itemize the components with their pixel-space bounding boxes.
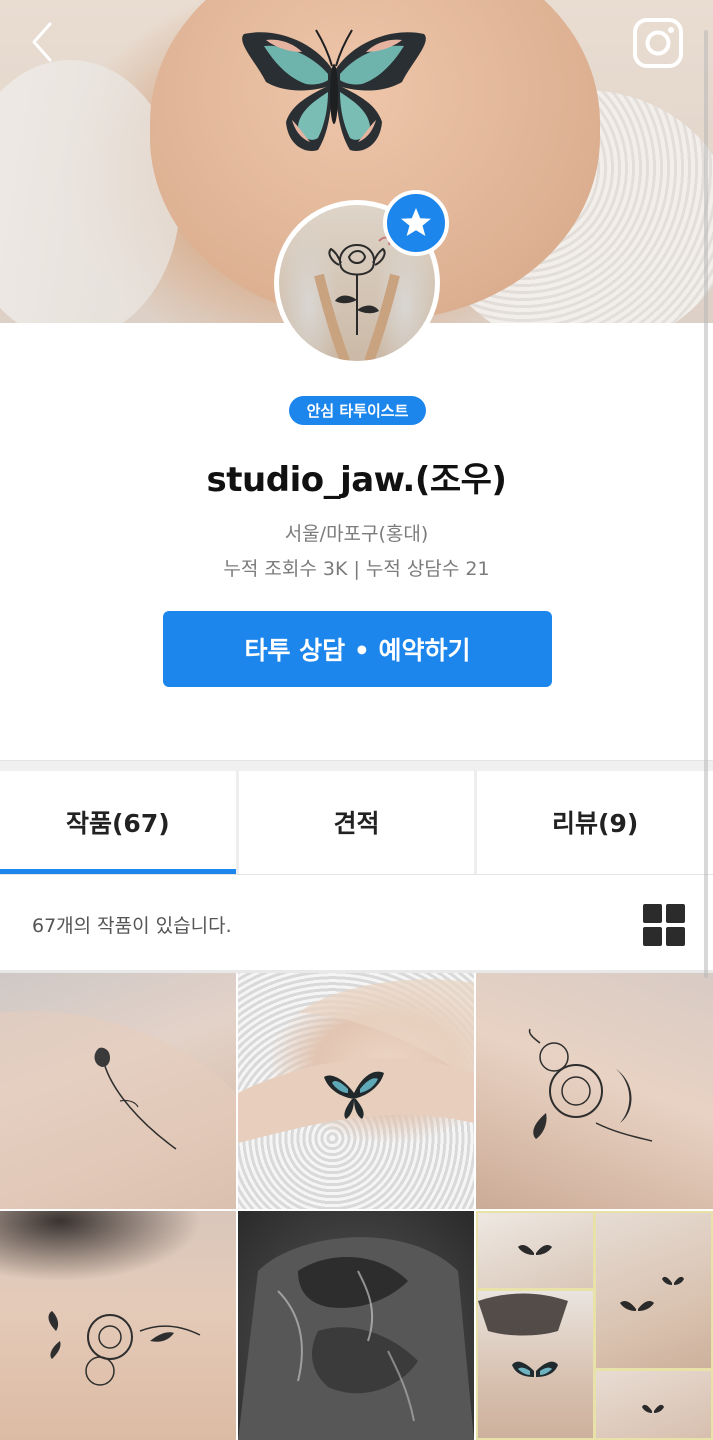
works-header: 67개의 작품이 있습니다.	[0, 875, 713, 971]
safe-tattooist-badge: 안심 타투이스트	[289, 396, 426, 425]
verified-star-badge	[383, 190, 449, 256]
lion-back-tattoo-image	[238, 1237, 474, 1440]
collage-photo	[596, 1371, 711, 1438]
works-gallery	[0, 973, 713, 1440]
tab-reviews[interactable]: 리뷰(9)	[474, 770, 713, 874]
star-icon	[401, 208, 431, 236]
gallery-item[interactable]	[238, 1211, 474, 1440]
collage-photo	[478, 1291, 593, 1438]
butterfly-tattoo-image	[518, 1245, 552, 1255]
butterfly-tattoo-image	[242, 29, 426, 151]
rose-shoulder-tattoo-image	[48, 1311, 201, 1386]
gallery-item[interactable]	[476, 1211, 713, 1440]
collage-photo	[596, 1213, 711, 1368]
gallery-item[interactable]	[0, 1211, 236, 1440]
back-button[interactable]	[26, 20, 62, 64]
artist-name: studio_jaw.(조우)	[206, 460, 507, 500]
artist-location: 서울/마포구(홍대)	[284, 523, 429, 545]
butterfly-tattoo-image	[620, 1276, 684, 1311]
grid-view-icon	[643, 904, 685, 946]
instagram-button[interactable]	[632, 17, 684, 69]
consult-booking-button[interactable]: 타투 상담 • 예약하기	[163, 611, 552, 687]
grid-view-button[interactable]	[643, 904, 685, 946]
profile-tabs: 작품(67) 견적 리뷰(9)	[0, 770, 713, 875]
gallery-item[interactable]	[476, 973, 713, 1209]
butterfly-tattoo-image	[478, 1293, 568, 1377]
butterfly-tattoo-image	[642, 1404, 664, 1413]
tab-estimate[interactable]: 견적	[235, 770, 475, 874]
scrollbar[interactable]	[704, 30, 708, 978]
tab-works[interactable]: 작품(67)	[0, 770, 236, 874]
gallery-item[interactable]	[238, 973, 474, 1209]
chevron-left-icon	[32, 22, 52, 62]
instagram-icon	[633, 18, 683, 68]
tulip-tattoo-image	[0, 1011, 236, 1209]
works-count-text: 67개의 작품이 있습니다.	[32, 915, 232, 937]
rose-moon-tattoo-image	[528, 1028, 653, 1142]
collage-photo	[478, 1213, 593, 1288]
gallery-item[interactable]	[0, 973, 236, 1209]
artist-stats: 누적 조회수 3K | 누적 상담수 21	[223, 558, 490, 580]
butterfly-tattoo-image	[238, 979, 474, 1143]
